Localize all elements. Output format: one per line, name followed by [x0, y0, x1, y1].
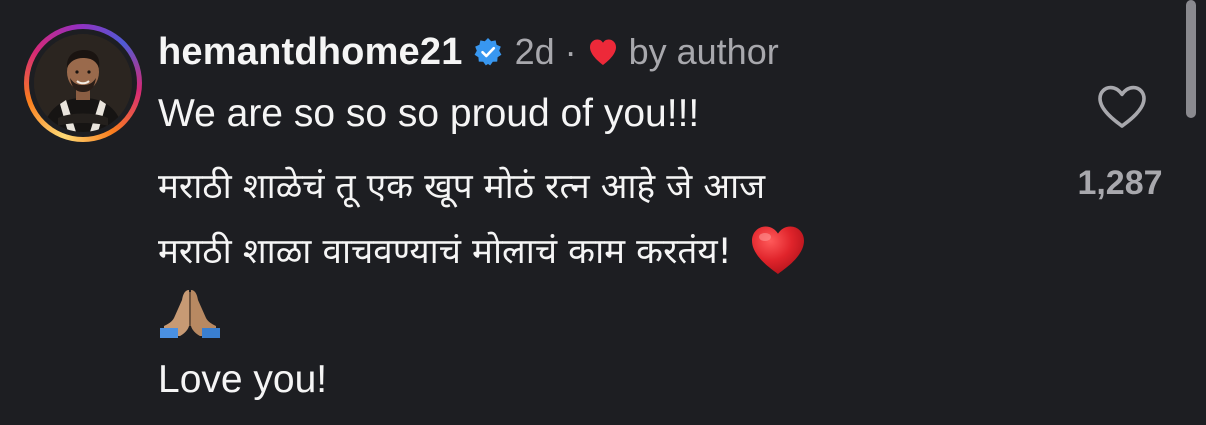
comment-text-line: Love you!: [158, 358, 328, 401]
verified-badge-icon: [473, 37, 503, 67]
comment-text-line: We are so so so proud of you!!!: [158, 92, 700, 135]
avatar-story-ring[interactable]: [24, 24, 142, 142]
red-heart-emoji-icon: [750, 224, 806, 276]
like-count[interactable]: 1,287: [1060, 164, 1180, 203]
timestamp: 2d: [514, 31, 555, 72]
comment-header: hemantdhome21 2d · by author: [158, 27, 779, 77]
comment: hemantdhome21 2d · by author We are so s…: [0, 0, 1206, 425]
username[interactable]: hemantdhome21: [158, 31, 463, 74]
comment-text: मराठी शाळा वाचवण्याचं मोलाचं काम करतंय!: [158, 231, 732, 272]
liked-by-author-label: by author: [628, 31, 779, 72]
avatar-image: [34, 34, 132, 132]
folded-hands-emoji-icon: [158, 288, 222, 338]
avatar[interactable]: [34, 34, 132, 132]
comment-text-line-with-emoji: मराठी शाळा वाचवण्याचं मोलाचं काम करतंय!: [158, 224, 806, 276]
like-heart-outline-icon[interactable]: [1096, 84, 1148, 130]
liked-by-author-heart-icon: [587, 36, 619, 68]
scrollbar-thumb[interactable]: [1186, 0, 1196, 118]
comment-text-line: मराठी शाळेचं तू एक खूप मोठं रत्न आहे जे …: [158, 167, 766, 207]
separator-dot: ·: [564, 31, 577, 72]
